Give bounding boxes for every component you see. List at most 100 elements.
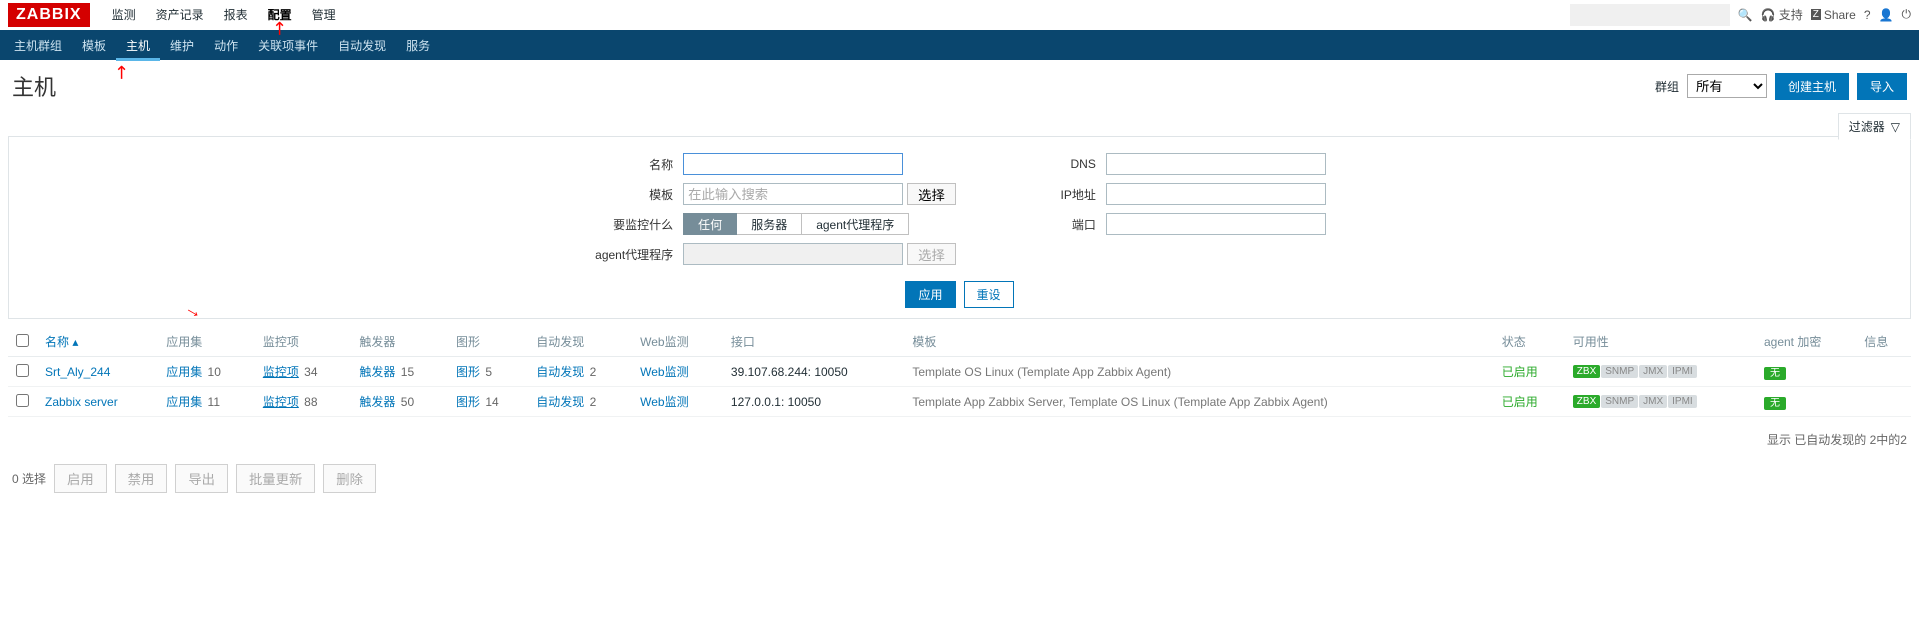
filter-name-input[interactable] — [683, 153, 903, 175]
topnav-item[interactable]: 报表 — [214, 0, 258, 29]
subnav-item[interactable]: 服务 — [396, 30, 440, 61]
search-icon[interactable]: 🔍 — [1738, 8, 1753, 22]
col-graphs: 图形 — [448, 327, 528, 357]
subnav-item[interactable]: 主机群组 — [4, 30, 72, 61]
col-name[interactable]: 名称 ▴ — [37, 327, 158, 357]
status-link[interactable]: 已启用 — [1502, 365, 1538, 379]
subnav-item[interactable]: 自动发现 — [328, 30, 396, 61]
hosts-table: 名称 ▴ 应用集 监控项 触发器 图形 自动发现 Web监测 接口 模板 状态 … — [8, 327, 1911, 417]
avail-badge: SNMP — [1601, 395, 1638, 408]
subnav-item[interactable]: 维护 — [160, 30, 204, 61]
table-row: Srt_Aly_244 应用集 10 监控项 34 触发器 15 图形 5 自动… — [8, 357, 1911, 387]
export-button[interactable]: 导出 — [175, 464, 228, 493]
share-icon: Z — [1811, 9, 1821, 20]
disable-button[interactable]: 禁用 — [115, 464, 168, 493]
col-apps: 应用集 — [158, 327, 255, 357]
top-right: 🔍 🎧支持 ZShare ? 👤 ⏻ — [1570, 4, 1911, 26]
apps-link[interactable]: 应用集 — [166, 395, 202, 409]
filter-template-input[interactable] — [683, 183, 903, 205]
seg-server[interactable]: 服务器 — [737, 213, 802, 235]
topnav-item[interactable]: 监测 — [102, 0, 146, 29]
col-encryption: agent 加密 — [1756, 327, 1856, 357]
availability-group: ZBXSNMPJMXIPMI — [1573, 395, 1748, 408]
create-host-button[interactable]: 创建主机 — [1775, 73, 1849, 100]
user-icon[interactable]: 👤 — [1879, 8, 1894, 22]
support-link[interactable]: 🎧支持 — [1761, 6, 1803, 23]
web-link[interactable]: Web监测 — [640, 395, 688, 409]
status-link[interactable]: 已启用 — [1502, 395, 1538, 409]
avail-badge: ZBX — [1573, 395, 1600, 408]
col-info: 信息 — [1856, 327, 1911, 357]
page-title: 主机 — [12, 70, 56, 102]
subnav-item[interactable]: 模板 — [72, 30, 116, 61]
row-checkbox[interactable] — [16, 394, 29, 407]
monitored-segmented: 任何 服务器 agent代理程序 — [683, 213, 909, 235]
filter-tab[interactable]: 过滤器 ▽ — [1838, 113, 1911, 140]
items-link[interactable]: 监控项 — [263, 365, 299, 379]
topnav-item[interactable]: 配置 — [258, 0, 302, 29]
avail-badge: JMX — [1639, 365, 1667, 378]
filter-proxy-input — [683, 243, 903, 265]
headset-icon: 🎧 — [1761, 8, 1776, 22]
templates-cell: Template OS Linux (Template App Zabbix A… — [904, 357, 1493, 387]
col-discovery: 自动发现 — [528, 327, 632, 357]
topnav-item[interactable]: 资产记录 — [146, 0, 214, 29]
web-link[interactable]: Web监测 — [640, 365, 688, 379]
templates-cell: Template App Zabbix Server, Template OS … — [904, 387, 1493, 417]
availability-group: ZBXSNMPJMXIPMI — [1573, 365, 1748, 378]
delete-button[interactable]: 删除 — [323, 464, 376, 493]
items-link[interactable]: 监控项 — [263, 395, 299, 409]
seg-any[interactable]: 任何 — [683, 213, 737, 235]
group-select[interactable]: 所有 — [1687, 74, 1767, 98]
filter-dns-label: DNS — [1016, 157, 1106, 171]
subnav-item[interactable]: 主机 — [116, 30, 160, 61]
subnav-item[interactable]: 动作 — [204, 30, 248, 61]
filter-monitored-label: 要监控什么 — [593, 216, 683, 233]
filter-proxy-label: agent代理程序 — [593, 246, 683, 263]
filter-port-input[interactable] — [1106, 213, 1326, 235]
graphs-link[interactable]: 图形 — [456, 395, 480, 409]
filter-port-label: 端口 — [1016, 216, 1106, 233]
filter-apply-button[interactable]: 应用 — [905, 281, 955, 308]
col-items: 监控项 — [255, 327, 352, 357]
table-footer: 显示 已自动发现的 2中的2 — [0, 425, 1919, 454]
import-button[interactable]: 导入 — [1857, 73, 1907, 100]
filter-reset-button[interactable]: 重设 — [964, 281, 1014, 308]
search-input[interactable] — [1570, 4, 1730, 26]
encryption-badge: 无 — [1764, 397, 1786, 410]
triggers-link[interactable]: 触发器 — [359, 395, 395, 409]
filter-template-label: 模板 — [593, 186, 683, 203]
share-link[interactable]: ZShare — [1811, 8, 1856, 22]
massupdate-button[interactable]: 批量更新 — [236, 464, 315, 493]
filter-ip-input[interactable] — [1106, 183, 1326, 205]
subnav-item[interactable]: 关联项事件 — [248, 30, 328, 61]
avail-badge: IPMI — [1668, 395, 1697, 408]
avail-badge: IPMI — [1668, 365, 1697, 378]
triggers-link[interactable]: 触发器 — [359, 365, 395, 379]
bottom-actions: 0 选择 启用 禁用 导出 批量更新 删除 — [0, 454, 1919, 503]
logout-icon[interactable]: ⏻ — [1902, 7, 1912, 22]
discovery-link[interactable]: 自动发现 — [536, 395, 584, 409]
row-checkbox[interactable] — [16, 364, 29, 377]
filter-dns-input[interactable] — [1106, 153, 1326, 175]
host-name-link[interactable]: Zabbix server — [45, 395, 118, 409]
avail-badge: ZBX — [1573, 365, 1600, 378]
avail-badge: SNMP — [1601, 365, 1638, 378]
col-templates: 模板 — [904, 327, 1493, 357]
help-icon[interactable]: ? — [1864, 8, 1871, 22]
proxy-select-button: 选择 — [907, 243, 956, 265]
host-name-link[interactable]: Srt_Aly_244 — [45, 365, 110, 379]
discovery-link[interactable]: 自动发现 — [536, 365, 584, 379]
group-label: 群组 — [1655, 78, 1679, 95]
table-row: Zabbix server 应用集 11 监控项 88 触发器 50 图形 14… — [8, 387, 1911, 417]
template-select-button[interactable]: 选择 — [907, 183, 956, 205]
enable-button[interactable]: 启用 — [54, 464, 107, 493]
topnav-item[interactable]: 管理 — [302, 0, 346, 29]
top-bar: ZABBIX 监测资产记录报表配置管理 🔍 🎧支持 ZShare ? 👤 ⏻ — [0, 0, 1919, 30]
apps-link[interactable]: 应用集 — [166, 365, 202, 379]
sub-nav: 主机群组模板主机维护动作关联项事件自动发现服务 — [0, 30, 1919, 60]
graphs-link[interactable]: 图形 — [456, 365, 480, 379]
seg-proxy[interactable]: agent代理程序 — [802, 213, 909, 235]
selected-count: 0 选择 — [12, 470, 46, 487]
select-all-checkbox[interactable] — [16, 334, 29, 347]
